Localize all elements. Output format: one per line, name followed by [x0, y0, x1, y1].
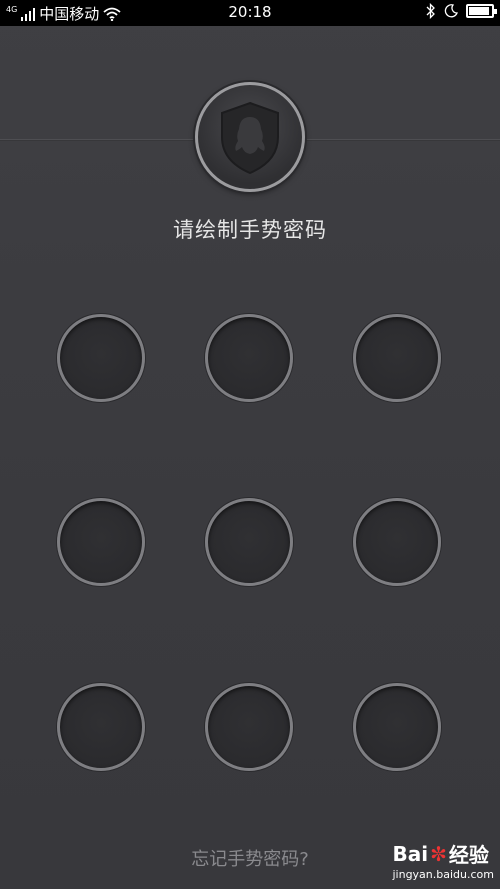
- watermark-url: jingyan.baidu.com: [392, 868, 494, 881]
- pattern-dot-9[interactable]: [353, 683, 441, 771]
- avatar: [195, 82, 305, 192]
- pattern-dot-4[interactable]: [57, 498, 145, 586]
- pattern-dot-3[interactable]: [353, 314, 441, 402]
- pattern-dot-8[interactable]: [205, 683, 293, 771]
- pattern-dot-6[interactable]: [353, 498, 441, 586]
- status-right: [426, 3, 497, 19]
- watermark-logo: Bai ✼ 经验: [392, 839, 494, 868]
- battery-icon: [466, 4, 497, 18]
- baidu-jingyan-watermark: Bai ✼ 经验 jingyan.baidu.com: [392, 839, 494, 882]
- paw-icon: ✼: [430, 841, 447, 866]
- gesture-lock-screen: 4G 中国移动 20:18 请绘制手势密码 忘记手势密码? Bai ✼ 经验 j…: [0, 0, 500, 889]
- clock: 20:18: [228, 3, 272, 21]
- moon-icon: [444, 4, 458, 18]
- qq-shield-icon: [221, 101, 279, 175]
- pattern-dot-5[interactable]: [205, 498, 293, 586]
- status-bar: 4G 中国移动 20:18: [0, 0, 500, 26]
- pattern-dot-7[interactable]: [57, 683, 145, 771]
- watermark-logo-left: Bai: [392, 841, 429, 866]
- bluetooth-icon: [426, 3, 435, 19]
- watermark-logo-right: 经验: [448, 843, 489, 867]
- pattern-dot-1[interactable]: [57, 314, 145, 402]
- gesture-prompt: 请绘制手势密码: [173, 218, 327, 242]
- pattern-dot-2[interactable]: [205, 314, 293, 402]
- battery-fill: [469, 7, 489, 15]
